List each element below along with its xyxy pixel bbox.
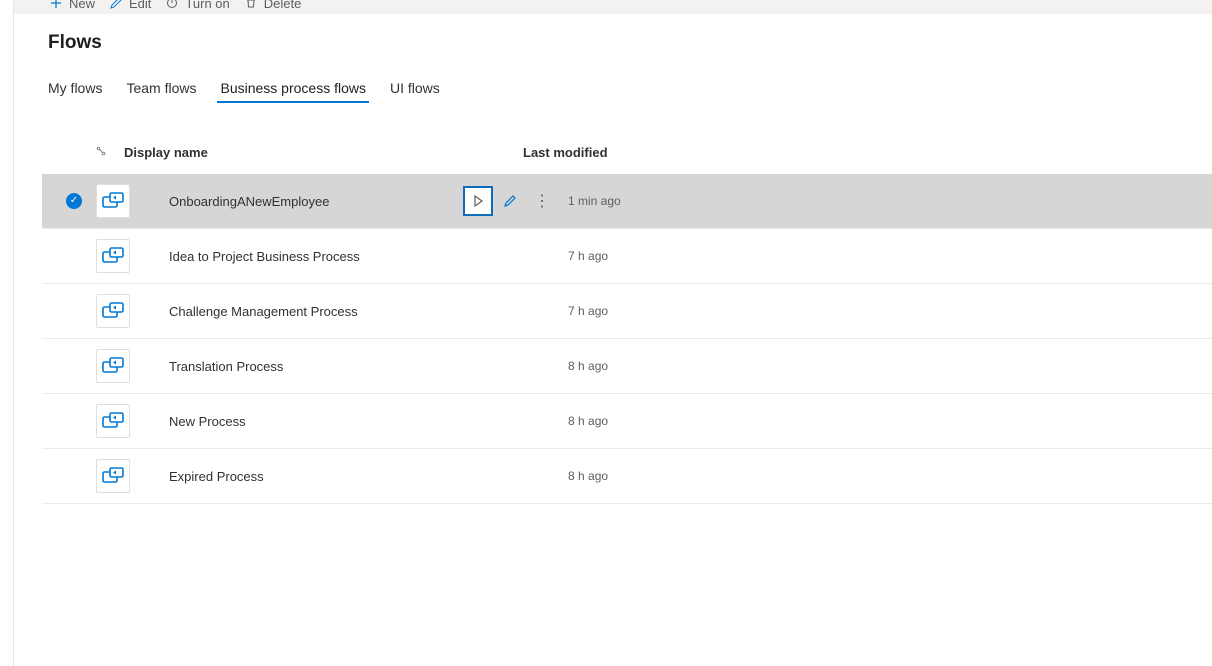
delete-command[interactable]: Delete xyxy=(244,0,302,11)
row-modified: 8 h ago xyxy=(568,359,1212,373)
row-icon xyxy=(96,239,151,273)
edit-button[interactable] xyxy=(495,186,525,216)
row-name[interactable]: Expired Process xyxy=(151,469,463,484)
power-icon xyxy=(165,0,179,10)
more-button[interactable]: ⋮ xyxy=(527,186,557,216)
flow-icon xyxy=(96,239,130,273)
row-modified: 1 min ago xyxy=(568,194,1212,208)
col-header-name[interactable]: Display name xyxy=(106,145,418,160)
row-icon xyxy=(96,349,151,383)
trash-icon xyxy=(244,0,258,10)
tab-ui-flows[interactable]: UI flows xyxy=(390,74,440,102)
left-nav-strip xyxy=(0,0,14,666)
main-content: Flows My flows Team flows Business proce… xyxy=(14,14,1212,666)
table-row[interactable]: Challenge Management Process 7 h ago xyxy=(42,284,1212,339)
turn-on-command-label: Turn on xyxy=(185,0,229,11)
table-row[interactable]: Idea to Project Business Process 7 h ago xyxy=(42,229,1212,284)
row-icon xyxy=(96,404,151,438)
flow-icon xyxy=(96,349,130,383)
edit-command-label: Edit xyxy=(129,0,151,11)
new-command-label: New xyxy=(69,0,95,11)
row-name[interactable]: Challenge Management Process xyxy=(151,304,463,319)
row-icon xyxy=(96,294,151,328)
table-row[interactable]: ✓ OnboardingANewEmployee ⋮ 1 min ago xyxy=(42,174,1212,229)
row-name[interactable]: New Process xyxy=(151,414,463,429)
tab-business-process-flows[interactable]: Business process flows xyxy=(220,74,366,102)
table-row[interactable]: Expired Process 8 h ago xyxy=(42,449,1212,504)
flow-icon xyxy=(96,184,130,218)
turn-on-command[interactable]: Turn on xyxy=(165,0,229,11)
row-icon xyxy=(96,459,151,493)
row-modified: 7 h ago xyxy=(568,304,1212,318)
table-header: Display name Last modified xyxy=(42,130,1212,174)
run-button[interactable] xyxy=(463,186,493,216)
tab-bar: My flows Team flows Business process flo… xyxy=(14,74,1212,102)
row-modified: 7 h ago xyxy=(568,249,1212,263)
flow-icon xyxy=(96,459,130,493)
row-select[interactable]: ✓ xyxy=(66,193,96,209)
row-name[interactable]: OnboardingANewEmployee xyxy=(151,194,463,209)
col-header-modified[interactable]: Last modified xyxy=(523,145,1212,160)
flow-icon xyxy=(96,404,130,438)
tab-team-flows[interactable]: Team flows xyxy=(126,74,196,102)
new-command[interactable]: New xyxy=(49,0,95,11)
col-header-link[interactable] xyxy=(96,145,106,160)
tab-my-flows[interactable]: My flows xyxy=(48,74,102,102)
page-title: Flows xyxy=(14,32,1212,54)
pencil-icon xyxy=(109,0,123,10)
row-icon xyxy=(96,184,151,218)
row-name[interactable]: Idea to Project Business Process xyxy=(151,249,463,264)
flow-icon xyxy=(96,294,130,328)
row-actions: ⋮ xyxy=(463,186,568,216)
checkmark-icon: ✓ xyxy=(66,193,82,209)
table-row[interactable]: New Process 8 h ago xyxy=(42,394,1212,449)
row-name[interactable]: Translation Process xyxy=(151,359,463,374)
table-row[interactable]: Translation Process 8 h ago xyxy=(42,339,1212,394)
flows-table: Display name Last modified ✓ OnboardingAN… xyxy=(14,130,1212,504)
row-modified: 8 h ago xyxy=(568,414,1212,428)
delete-command-label: Delete xyxy=(264,0,302,11)
plus-icon xyxy=(49,0,63,10)
command-bar: New Edit Turn on Delete xyxy=(14,0,1212,14)
edit-command[interactable]: Edit xyxy=(109,0,151,11)
row-modified: 8 h ago xyxy=(568,469,1212,483)
